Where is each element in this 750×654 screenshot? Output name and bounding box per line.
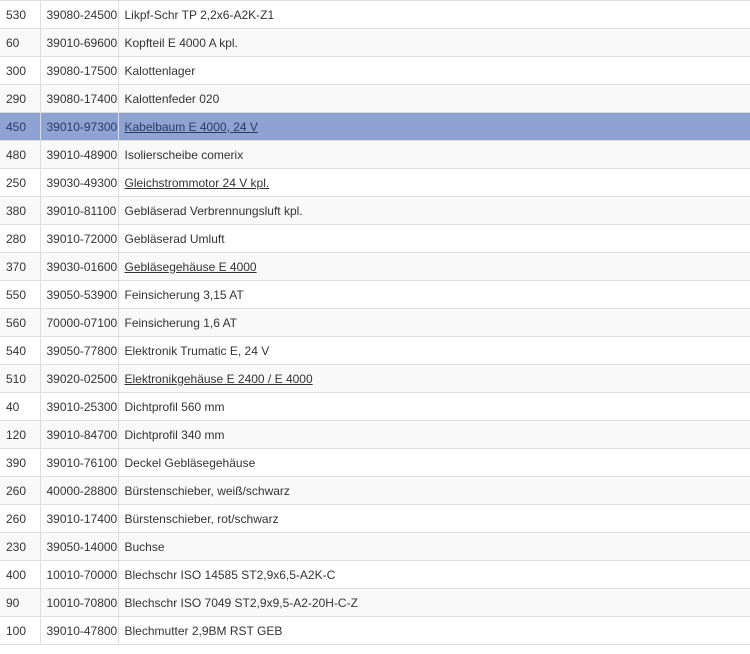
description-cell: Kopfteil E 4000 A kpl. <box>117 28 750 57</box>
table-row[interactable]: 480 39010-48900 Isolierscheibe comerix <box>0 140 750 169</box>
description-cell: Kalottenlager <box>117 56 750 85</box>
position-cell: 300 <box>0 56 40 85</box>
table-row[interactable]: 90 10010-70800 Blechschr ISO 7049 ST2,9x9,… <box>0 588 750 617</box>
description-cell: Buchse <box>117 532 750 561</box>
description-cell: Kalottenfeder 020 <box>117 84 750 113</box>
position-cell: 120 <box>0 420 40 449</box>
article-number-cell: 39080-17400 <box>39 84 118 113</box>
article-number-cell: 39010-84700 <box>39 420 118 449</box>
article-number-cell: 39010-97300 <box>39 112 118 141</box>
article-number-cell: 39010-48900 <box>39 140 118 169</box>
parts-table-body: 530 39080-24500 Likpf-Schr TP 2,2x6-A2K-Z1… <box>0 0 750 645</box>
table-row[interactable]: 390 39010-76100 Deckel Gebläsegehäuse <box>0 448 750 477</box>
description-link[interactable]: Kabelbaum E 4000, 24 V <box>125 120 258 134</box>
table-row[interactable]: 370 39030-01600 Gebläsegehäuse E 4000 <box>0 252 750 281</box>
table-row[interactable]: 560 70000-07100 Feinsicherung 1,6 AT <box>0 308 750 337</box>
position-cell: 250 <box>0 168 40 197</box>
description-cell: Blechmutter 2,9BM RST GEB <box>117 616 750 645</box>
position-cell: 450 <box>0 112 40 141</box>
description-cell: Likpf-Schr TP 2,2x6-A2K-Z1 <box>117 0 750 29</box>
table-row[interactable]: 230 39050-14000 Buchse <box>0 532 750 561</box>
table-row[interactable]: 120 39010-84700 Dichtprofil 340 mm <box>0 420 750 449</box>
position-cell: 540 <box>0 336 40 365</box>
article-number-cell: 39010-69600 <box>39 28 118 57</box>
article-number-cell: 39030-49300 <box>39 168 118 197</box>
table-row[interactable]: 380 39010-81100 Gebläserad Verbrennungsluf… <box>0 196 750 225</box>
description-cell: Deckel Gebläsegehäuse <box>117 448 750 477</box>
article-number-cell: 39010-25300 <box>39 392 118 421</box>
description-cell: Isolierscheibe comerix <box>117 140 750 169</box>
table-row[interactable]: 300 39080-17500 Kalottenlager <box>0 56 750 85</box>
article-number-cell: 39020-02500 <box>39 364 118 393</box>
table-row[interactable]: 260 39010-17400 Bürstenschieber, rot/schwa… <box>0 504 750 533</box>
description-cell: Kabelbaum E 4000, 24 V <box>117 112 750 141</box>
article-number-cell: 70000-07100 <box>39 308 118 337</box>
description-cell: Feinsicherung 3,15 AT <box>117 280 750 309</box>
description-cell: Blechschr ISO 14585 ST2,9x6,5-A2K-C <box>117 560 750 589</box>
article-number-cell: 39050-77800 <box>39 336 118 365</box>
article-number-cell: 39080-17500 <box>39 56 118 85</box>
position-cell: 480 <box>0 140 40 169</box>
article-number-cell: 39050-53900 <box>39 280 118 309</box>
table-row[interactable]: 510 39020-02500 Elektronikgehäuse E 2400 /… <box>0 364 750 393</box>
position-cell: 280 <box>0 224 40 253</box>
position-cell: 370 <box>0 252 40 281</box>
article-number-cell: 39010-72000 <box>39 224 118 253</box>
position-cell: 40 <box>0 392 40 421</box>
description-cell: Gebläsegehäuse E 4000 <box>117 252 750 281</box>
position-cell: 260 <box>0 504 40 533</box>
description-cell: Dichtprofil 340 mm <box>117 420 750 449</box>
article-number-cell: 39010-76100 <box>39 448 118 477</box>
description-link[interactable]: Gleichstrommotor 24 V kpl. <box>125 176 270 190</box>
article-number-cell: 39010-47800 <box>39 616 118 645</box>
article-number-cell: 39010-81100 <box>39 196 118 225</box>
description-cell: Gebläserad Umluft <box>117 224 750 253</box>
description-cell: Dichtprofil 560 mm <box>117 392 750 421</box>
table-row[interactable]: 60 39010-69600 Kopfteil E 4000 A kpl. <box>0 28 750 57</box>
table-row[interactable]: 40 39010-25300 Dichtprofil 560 mm <box>0 392 750 421</box>
position-cell: 560 <box>0 308 40 337</box>
description-cell: Gebläserad Verbrennungsluft kpl. <box>117 196 750 225</box>
article-number-cell: 39080-24500 <box>39 0 118 29</box>
table-row[interactable]: 540 39050-77800 Elektronik Trumatic E, 24 … <box>0 336 750 365</box>
position-cell: 530 <box>0 0 40 29</box>
article-number-cell: 10010-70000 <box>39 560 118 589</box>
position-cell: 400 <box>0 560 40 589</box>
table-row[interactable]: 280 39010-72000 Gebläserad Umluft <box>0 224 750 253</box>
position-cell: 260 <box>0 476 40 505</box>
description-cell: Bürstenschieber, rot/schwarz <box>117 504 750 533</box>
table-row[interactable]: 450 39010-97300 Kabelbaum E 4000, 24 V <box>0 112 750 141</box>
table-row[interactable]: 290 39080-17400 Kalottenfeder 020 <box>0 84 750 113</box>
position-cell: 290 <box>0 84 40 113</box>
article-number-cell: 40000-28800 <box>39 476 118 505</box>
table-row[interactable]: 260 40000-28800 Bürstenschieber, weiß/schw… <box>0 476 750 505</box>
table-row[interactable]: 250 39030-49300 Gleichstrommotor 24 V kpl. <box>0 168 750 197</box>
description-cell: Feinsicherung 1,6 AT <box>117 308 750 337</box>
position-cell: 550 <box>0 280 40 309</box>
article-number-cell: 10010-70800 <box>39 588 118 617</box>
position-cell: 390 <box>0 448 40 477</box>
description-cell: Elektronik Trumatic E, 24 V <box>117 336 750 365</box>
position-cell: 380 <box>0 196 40 225</box>
position-cell: 230 <box>0 532 40 561</box>
description-cell: Elektronikgehäuse E 2400 / E 4000 <box>117 364 750 393</box>
table-row[interactable]: 100 39010-47800 Blechmutter 2,9BM RST GEB <box>0 616 750 645</box>
parts-table: 530 39080-24500 Likpf-Schr TP 2,2x6-A2K-Z1… <box>0 0 750 645</box>
description-link[interactable]: Gebläsegehäuse E 4000 <box>125 260 257 274</box>
description-cell: Gleichstrommotor 24 V kpl. <box>117 168 750 197</box>
description-link[interactable]: Elektronikgehäuse E 2400 / E 4000 <box>125 372 313 386</box>
table-row[interactable]: 550 39050-53900 Feinsicherung 3,15 AT <box>0 280 750 309</box>
article-number-cell: 39010-17400 <box>39 504 118 533</box>
article-number-cell: 39030-01600 <box>39 252 118 281</box>
position-cell: 510 <box>0 364 40 393</box>
position-cell: 90 <box>0 588 40 617</box>
description-cell: Blechschr ISO 7049 ST2,9x9,5-A2-20H-C-Z <box>117 588 750 617</box>
description-cell: Bürstenschieber, weiß/schwarz <box>117 476 750 505</box>
position-cell: 60 <box>0 28 40 57</box>
table-row[interactable]: 530 39080-24500 Likpf-Schr TP 2,2x6-A2K-Z1 <box>0 0 750 29</box>
article-number-cell: 39050-14000 <box>39 532 118 561</box>
position-cell: 100 <box>0 616 40 645</box>
table-row[interactable]: 400 10010-70000 Blechschr ISO 14585 ST2,9x… <box>0 560 750 589</box>
